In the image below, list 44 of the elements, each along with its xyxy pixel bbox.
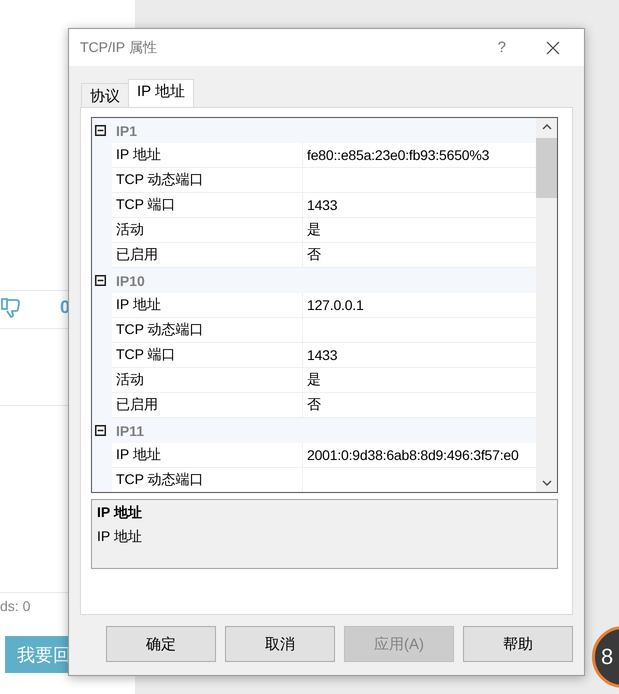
property-name[interactable]: TCP 端口 (112, 193, 303, 218)
description-text: IP 地址 (97, 528, 142, 546)
property-name[interactable]: 活动 (112, 368, 303, 393)
thumbs-down-icon[interactable] (0, 296, 22, 318)
tab[interactable]: IP 地址 (128, 79, 194, 107)
dialog-button[interactable]: 取消 (225, 626, 335, 662)
scroll-down-icon[interactable] (542, 480, 552, 486)
property-value[interactable]: 否 (303, 393, 536, 418)
collapse-icon[interactable] (95, 275, 106, 286)
collapse-icon[interactable] (95, 125, 106, 136)
property-name[interactable]: TCP 动态端口 (112, 168, 303, 193)
dialog-button[interactable]: 帮助 (463, 626, 573, 662)
scrollbar-thumb[interactable] (536, 138, 557, 198)
property-value[interactable]: 127.0.0.1 (303, 293, 536, 318)
property-value[interactable]: 是 (303, 368, 536, 393)
property-name[interactable]: TCP 端口 (112, 343, 303, 368)
group-name[interactable]: IP10 (116, 272, 145, 288)
group-name[interactable]: IP11 (116, 422, 144, 438)
property-name[interactable]: IP 地址 (112, 443, 303, 468)
group-name[interactable]: IP1 (116, 122, 138, 138)
property-name[interactable]: 活动 (112, 218, 303, 243)
property-value[interactable]: 1433 (303, 343, 536, 368)
property-value[interactable]: 1433 (303, 193, 536, 218)
property-name[interactable]: 已启用 (112, 243, 303, 268)
property-value[interactable]: 2001:0:9d38:6ab8:8d9:496:3f57:e0 (303, 443, 536, 468)
description-title: IP 地址 (97, 504, 142, 522)
collapse-icon[interactable] (95, 425, 106, 436)
property-name[interactable]: 已启用 (112, 393, 303, 418)
close-icon[interactable] (546, 40, 560, 54)
tab[interactable]: 协议 (81, 83, 129, 107)
property-name[interactable]: TCP 动态端口 (112, 468, 303, 492)
help-button[interactable]: ? (498, 39, 506, 56)
property-name[interactable]: TCP 动态端口 (112, 318, 303, 343)
stats-text: ds: 0 (0, 598, 30, 614)
property-name[interactable]: IP 地址 (112, 293, 303, 318)
property-value[interactable]: 是 (303, 218, 536, 243)
window-title: TCP/IP 属性 (80, 38, 158, 56)
scroll-up-icon[interactable] (542, 124, 552, 130)
dialog-button[interactable]: 确定 (106, 626, 216, 662)
counter-badge: 8 (592, 626, 619, 688)
property-name[interactable]: IP 地址 (112, 143, 303, 168)
property-value[interactable]: fe80::e85a:23e0:fb93:5650%3 (303, 143, 536, 168)
property-value[interactable]: 否 (303, 243, 536, 268)
scrollbar[interactable] (536, 118, 557, 492)
